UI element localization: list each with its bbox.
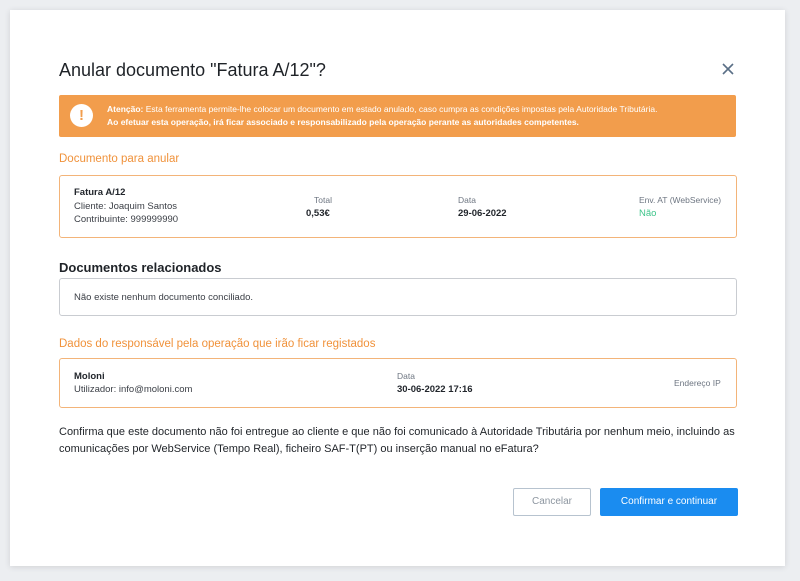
document-client: Cliente: Joaquim Santos <box>74 201 177 212</box>
ip-label: Endereço IP <box>674 378 721 388</box>
alert-line-1: Atenção: Esta ferramenta permite-lhe col… <box>107 103 657 116</box>
at-status: Não <box>639 208 657 219</box>
date-label: Data <box>458 195 476 205</box>
total-label: Total <box>314 195 332 205</box>
alert-bold-prefix: Atenção: <box>107 104 144 114</box>
alert-line-2-text: Ao efetuar esta operação, irá ficar asso… <box>107 117 579 127</box>
alert-line-1-text: Esta ferramenta permite-lhe colocar um d… <box>145 104 658 114</box>
responsible-date-label: Data <box>397 371 415 381</box>
close-icon-svg <box>722 63 734 75</box>
document-section-title: Documento para anular <box>59 153 180 165</box>
alert-text: Atenção: Esta ferramenta permite-lhe col… <box>107 103 657 129</box>
warning-alert: ! Atenção: Esta ferramenta permite-lhe c… <box>59 95 736 137</box>
total-value: 0,53€ <box>306 208 330 219</box>
cancel-document-modal: Anular documento "Fatura A/12"? ! Atençã… <box>10 10 785 566</box>
alert-line-2: Ao efetuar esta operação, irá ficar asso… <box>107 116 657 129</box>
modal-title: Anular documento "Fatura A/12"? <box>59 60 326 80</box>
responsible-date-value: 30-06-2022 17:16 <box>397 384 473 395</box>
responsible-card: Moloni Utilizador: info@moloni.com Data … <box>59 358 737 408</box>
confirmation-question: Confirma que este documento não foi entr… <box>59 426 735 455</box>
document-card: Fatura A/12 Cliente: Joaquim Santos Cont… <box>59 175 737 238</box>
confirm-continue-button[interactable]: Confirmar e continuar <box>600 488 738 516</box>
close-icon[interactable] <box>720 61 736 77</box>
at-label: Env. AT (WebService) <box>639 195 722 205</box>
date-value: 29-06-2022 <box>458 208 507 219</box>
document-name: Fatura A/12 <box>74 187 126 198</box>
cancel-button[interactable]: Cancelar <box>513 488 591 516</box>
responsible-name: Moloni <box>74 371 105 382</box>
related-section-title: Documentos relacionados <box>59 260 222 275</box>
responsible-user: Utilizador: info@moloni.com <box>74 384 193 395</box>
related-empty-text: Não existe nenhum documento conciliado. <box>74 292 254 303</box>
document-taxpayer: Contribuinte: 999999990 <box>74 214 179 225</box>
exclamation-icon: ! <box>70 104 93 127</box>
responsible-section-title: Dados do responsável pela operação que i… <box>59 338 376 350</box>
related-documents-box: Não existe nenhum documento conciliado. <box>59 278 737 316</box>
